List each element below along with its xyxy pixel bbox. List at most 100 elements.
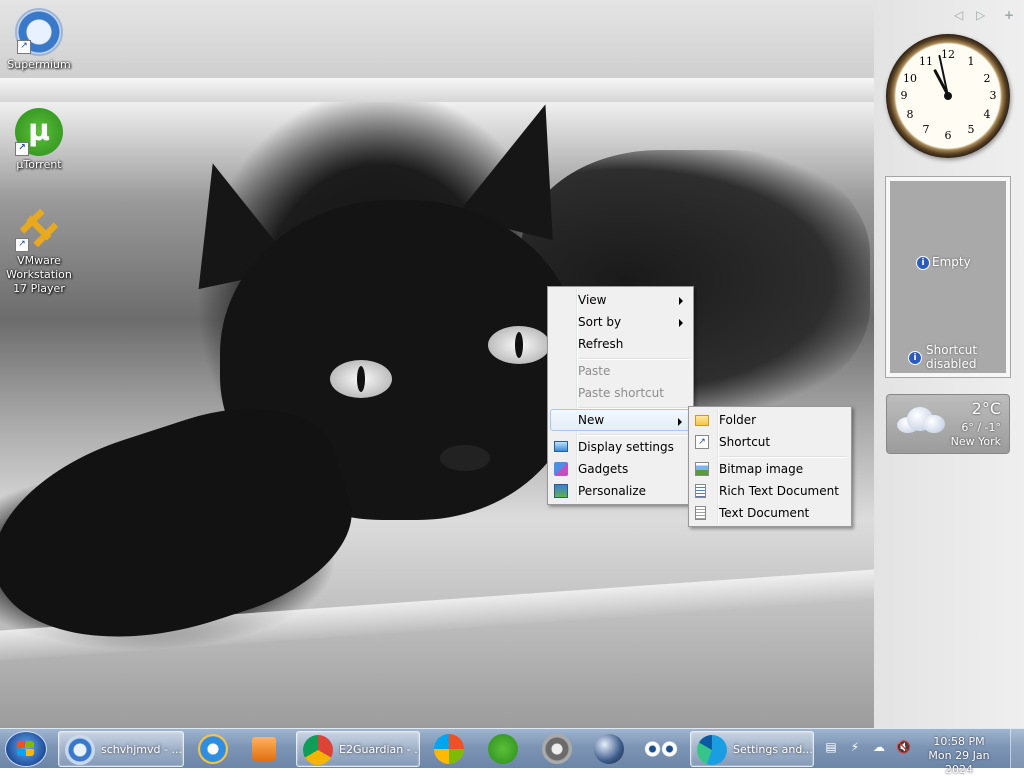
gadgets-icon [554,462,568,476]
info-icon: i [916,255,930,270]
gear-icon [542,734,572,764]
new-item-rich-text-document[interactable]: Rich Text Document [691,480,849,502]
clock-number: 8 [906,108,914,121]
slideshow-shortcut-label: Shortcut disabled [926,343,978,371]
windows-orb-icon [434,734,464,764]
menu-item-label: Gadgets [578,462,629,476]
start-button[interactable] [5,731,47,767]
submenu-arrow-icon [679,319,683,327]
menu-item-label: Folder [719,413,757,427]
rtf-icon [695,484,706,498]
shortcut-arrow-icon: ↗ [15,238,29,252]
wallpaper-cat-eye-left [330,360,392,398]
clock-number: 3 [989,89,997,102]
taskbar-button-settings[interactable] [534,731,580,767]
new-item-shortcut[interactable]: ↗ Shortcut [691,431,849,453]
desktop-icon-label: VMware Workstation 17 Player [6,254,72,295]
show-desktop-button[interactable] [1010,729,1024,769]
menu-item-personalize[interactable]: Personalize [550,480,691,502]
clock-number: 1 [967,55,975,68]
sidebar-prev-icon[interactable]: ◁ [954,8,963,22]
menu-item-label: New [578,413,605,427]
chrome-icon [303,735,333,765]
slideshow-empty-label: Empty [932,255,971,269]
network-icon[interactable]: ☁ [872,740,886,754]
eyes-icon [644,741,678,757]
menu-item-view[interactable]: View [550,289,691,311]
menu-item-label: Sort by [578,315,622,329]
new-item-bitmap-image[interactable]: Bitmap image [691,458,849,480]
taskbar-button-orb[interactable] [586,731,632,767]
menu-item-refresh[interactable]: Refresh [550,333,691,355]
taskbar-button-internet-explorer[interactable] [190,731,236,767]
taskbar-button-windows-explorer[interactable] [426,731,472,767]
slideshow-gadget[interactable]: i Empty i Shortcut disabled [885,176,1011,378]
taskbar-button-label: E2Guardian - ... [339,743,419,756]
menu-item-label: Text Document [719,506,810,520]
clock-number: 10 [903,72,917,85]
clock-number: 7 [922,123,930,136]
wallpaper-cat-nose [440,445,490,471]
folder-icon [695,415,709,426]
wallpaper-window-ledge [0,78,874,102]
desktop-icon-vmware[interactable]: ↗ VMware Workstation 17 Player [1,200,77,296]
menu-item-new[interactable]: New [550,409,691,431]
weather-temperature: 2°C [971,399,1001,418]
taskbar-button-label: Settings and... [733,743,813,756]
taskbar-button-chrome[interactable]: E2Guardian - ... [296,731,420,767]
desktop-context-menu: View Sort by Refresh Paste Paste shortcu… [547,286,694,505]
taskbar-button-eyes[interactable] [638,731,684,767]
taskbar-button-supermium[interactable]: schvhjmvd - ... [58,731,184,767]
taskbar-button-media-player[interactable] [242,731,288,767]
clock-number: 2 [983,72,991,85]
taskbar-clock[interactable]: 10:58 PM Mon 29 Jan 2024 [916,735,1002,777]
power-icon[interactable]: ⚡ [848,740,862,754]
new-submenu: Folder ↗ Shortcut Bitmap image Rich Text… [688,406,852,527]
menu-item-label: Bitmap image [719,462,804,476]
menu-item-display-settings[interactable]: Display settings [550,436,691,458]
slideshow-empty-status: i Empty [916,255,971,270]
vmware-icon: ↗ [11,200,67,256]
clock-number: 5 [967,123,975,136]
edge-icon [697,735,727,765]
taskbar-button-label: schvhjmvd - ... [101,743,181,756]
menu-item-label: Rich Text Document [719,484,839,498]
taskbar-date: Mon 29 Jan 2024 [928,749,990,776]
menu-item-label: Personalize [578,484,647,498]
taskbar: schvhjmvd - ... E2Guardian - ... Setting… [0,728,1024,776]
menu-item-label: Display settings [578,440,674,454]
menu-item-label: View [578,293,607,307]
menu-item-paste[interactable]: Paste [550,360,691,382]
clock-gadget[interactable]: 12 1 2 3 4 5 6 7 8 9 10 11 [886,34,1010,158]
sidebar-next-icon[interactable]: ▷ [976,8,985,22]
submenu-arrow-icon [679,297,683,305]
internet-explorer-icon [198,734,228,764]
info-icon: i [908,351,922,365]
taskbar-button-edge[interactable]: Settings and... [690,731,814,767]
taskbar-button-utorrent[interactable] [480,731,526,767]
sphere-icon [594,734,624,764]
desktop-icon-utorrent[interactable]: µ ↗ µTorrent [1,108,77,172]
taskbar-time: 10:58 PM [933,735,985,748]
desktop-wallpaper[interactable] [0,0,874,728]
sidebar-add-gadget-icon[interactable]: + [1004,8,1014,22]
windows-logo-icon [17,741,35,757]
weather-city: New York [950,435,1001,448]
volume-muted-icon[interactable]: 🔇 [896,740,911,754]
weather-gadget[interactable]: 2°C 6° / -1° New York [886,394,1010,454]
new-item-text-document[interactable]: Text Document [691,502,849,524]
new-item-folder[interactable]: Folder [691,409,849,431]
desktop-icon-supermium[interactable]: ↗ Supermium [1,8,77,72]
clock-number: 9 [900,89,908,102]
submenu-arrow-icon [678,418,682,426]
action-center-icon[interactable]: ▤ [824,740,838,754]
cloudy-weather-icon [893,405,947,435]
text-document-icon [695,506,706,520]
menu-item-paste-shortcut[interactable]: Paste shortcut [550,382,691,404]
menu-item-sort-by[interactable]: Sort by [550,311,691,333]
utorrent-icon: µ ↗ [15,108,63,156]
menu-item-gadgets[interactable]: Gadgets [550,458,691,480]
clock-number: 11 [919,55,933,68]
media-player-icon [252,737,276,761]
shortcut-arrow-icon: ↗ [17,40,31,54]
